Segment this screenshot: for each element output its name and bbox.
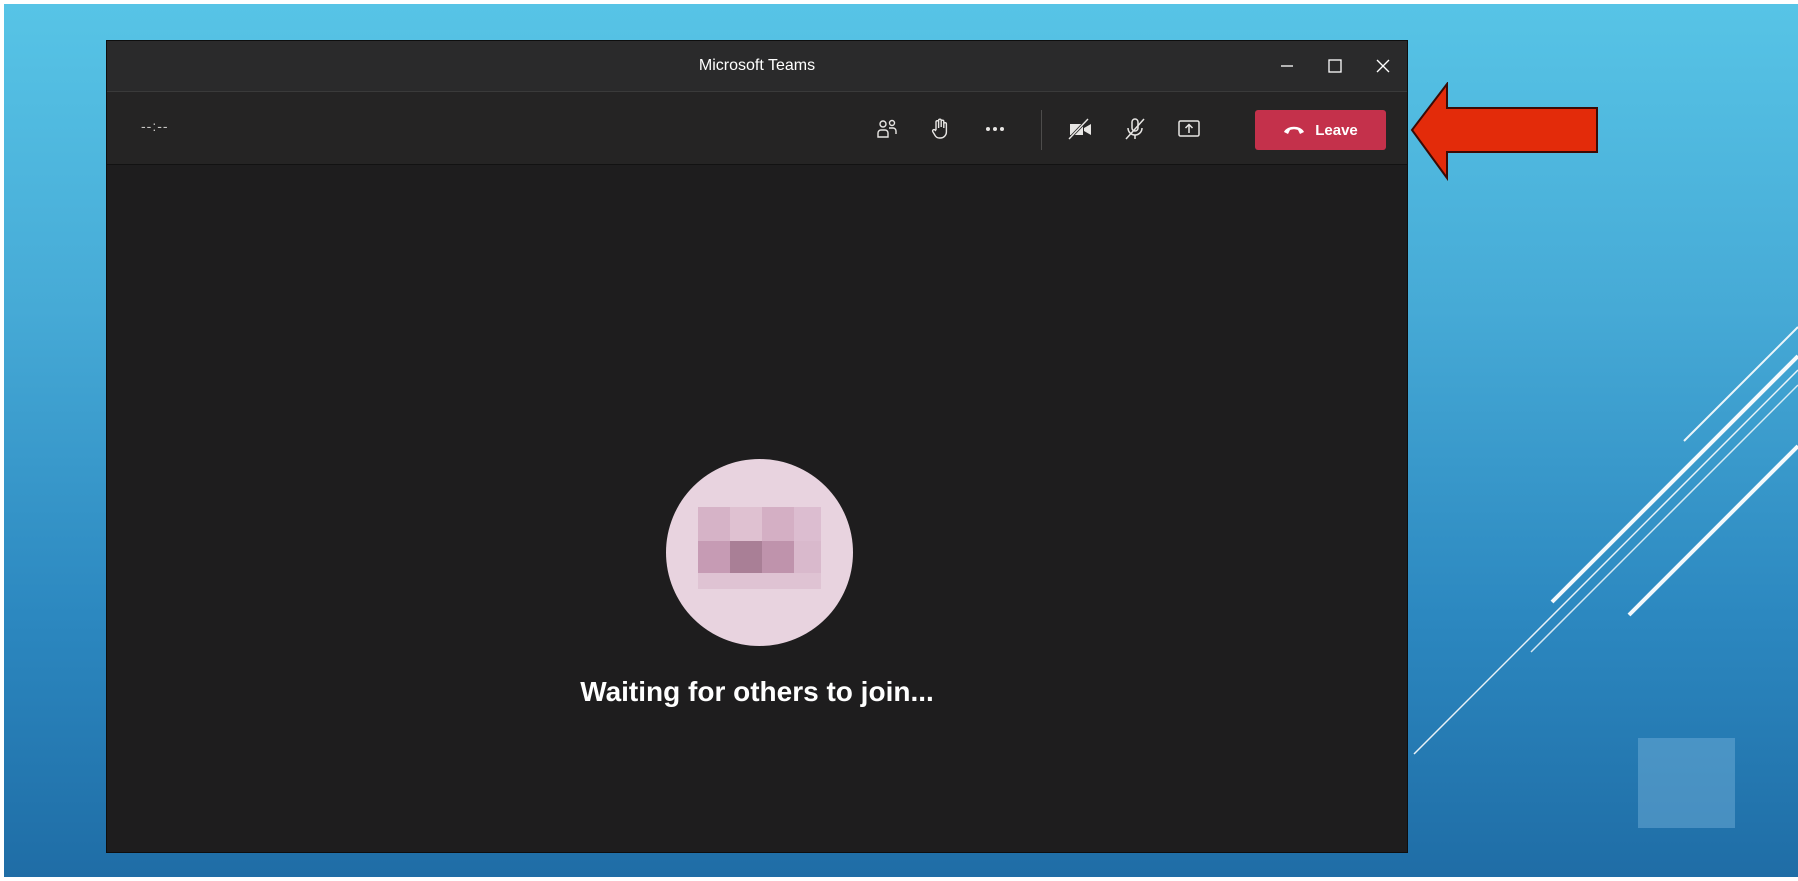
more-options-button[interactable] — [976, 110, 1014, 148]
close-icon — [1376, 59, 1390, 73]
participants-icon — [877, 119, 897, 138]
leave-button-label: Leave — [1315, 121, 1358, 139]
hang-up-icon — [1284, 126, 1305, 134]
avatar — [666, 459, 853, 646]
maximize-button[interactable] — [1311, 41, 1359, 91]
share-screen-icon — [1178, 120, 1200, 137]
microphone-toggle-button[interactable] — [1116, 110, 1154, 148]
mic-off-icon — [1125, 118, 1145, 140]
maximize-icon — [1328, 59, 1342, 73]
window-title: Microsoft Teams — [698, 57, 816, 74]
title-bar: Microsoft Teams — [107, 41, 1407, 91]
camera-off-icon — [1067, 117, 1091, 141]
leave-button[interactable]: Leave — [1255, 110, 1386, 150]
camera-toggle-button[interactable] — [1062, 110, 1100, 148]
share-screen-button[interactable] — [1170, 110, 1208, 148]
minimize-icon — [1281, 65, 1293, 67]
participants-button[interactable] — [868, 110, 906, 148]
meeting-timer: --:-- — [141, 118, 169, 134]
more-options-icon — [986, 127, 1004, 131]
decorative-square — [1638, 738, 1735, 828]
raise-hand-button[interactable] — [922, 110, 960, 148]
close-button[interactable] — [1359, 41, 1407, 91]
minimize-button[interactable] — [1263, 41, 1311, 91]
annotation-arrow — [1410, 82, 1598, 182]
meeting-controls-bar: --:-- Leave — [107, 91, 1407, 165]
window-controls — [1263, 41, 1407, 91]
waiting-status-text: Waiting for others to join... — [580, 676, 934, 707]
raise-hand-icon — [931, 118, 948, 139]
toolbar-divider — [1041, 110, 1042, 150]
teams-window: Microsoft Teams --:-- Leave Waiting for … — [106, 40, 1408, 853]
meeting-stage: Waiting for others to join... — [107, 165, 1407, 852]
